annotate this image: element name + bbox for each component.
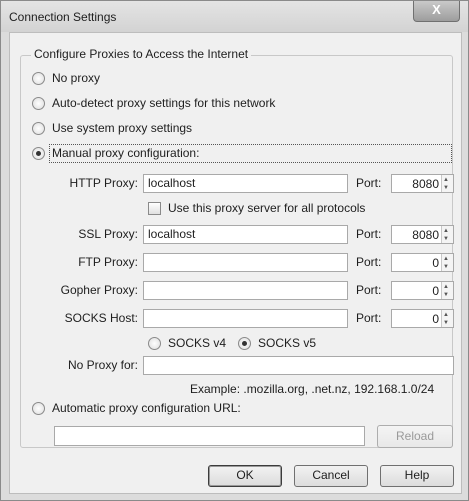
spinner-arrows[interactable]: ▲ ▼: [441, 310, 453, 327]
radio-button[interactable]: [148, 337, 161, 350]
gopher-port-spinner[interactable]: 0 ▲ ▼: [391, 281, 454, 300]
share-all-label: Use this proxy server for all protocols: [168, 201, 366, 215]
no-proxy-for-input[interactable]: [143, 356, 454, 375]
spinner-arrows[interactable]: ▲ ▼: [441, 226, 453, 243]
radio-label: SOCKS v4: [168, 336, 227, 350]
ssl-proxy-label: SSL Proxy:: [78, 227, 138, 241]
ssl-port-label: Port:: [356, 227, 382, 241]
window-title: Connection Settings: [9, 10, 117, 24]
arrow-up-icon[interactable]: ▲: [443, 256, 449, 262]
radio-label: Manual proxy configuration:: [52, 146, 200, 160]
socks-port-spinner[interactable]: 0 ▲ ▼: [391, 309, 454, 328]
dialog-body: Configure Proxies to Access the Internet…: [9, 32, 462, 494]
http-proxy-input[interactable]: localhost: [143, 174, 348, 193]
arrow-up-icon[interactable]: ▲: [443, 177, 449, 183]
spinner-arrows[interactable]: ▲ ▼: [441, 282, 453, 299]
ssl-port-spinner[interactable]: 8080 ▲ ▼: [391, 225, 454, 244]
spinner-value: 0: [432, 312, 439, 326]
spinner-arrows[interactable]: ▲ ▼: [441, 254, 453, 271]
share-all-checkbox[interactable]: [148, 202, 161, 215]
arrow-up-icon[interactable]: ▲: [443, 312, 449, 318]
radio-manual-proxy[interactable]: Manual proxy configuration:: [32, 144, 452, 163]
ssl-proxy-input[interactable]: localhost: [143, 225, 348, 244]
radio-socks-v5[interactable]: SOCKS v5: [238, 336, 318, 352]
ftp-port-spinner[interactable]: 0 ▲ ▼: [391, 253, 454, 272]
spinner-value: 0: [432, 256, 439, 270]
radio-auto-config-url[interactable]: Automatic proxy configuration URL:: [32, 401, 332, 417]
group-legend: Configure Proxies to Access the Internet: [31, 47, 252, 61]
ok-button[interactable]: OK: [208, 465, 282, 487]
share-all-protocols-checkbox-row[interactable]: Use this proxy server for all protocols: [148, 201, 408, 217]
radio-label: Automatic proxy configuration URL:: [52, 401, 241, 415]
spinner-value: 0: [432, 284, 439, 298]
cancel-button[interactable]: Cancel: [294, 465, 368, 487]
connection-settings-dialog: Connection Settings X Configure Proxies …: [0, 0, 469, 501]
http-proxy-label: HTTP Proxy:: [69, 176, 138, 190]
gopher-proxy-label: Gopher Proxy:: [60, 283, 138, 297]
arrow-down-icon[interactable]: ▼: [443, 185, 449, 191]
http-port-label: Port:: [356, 176, 382, 190]
radio-auto-detect[interactable]: Auto-detect proxy settings for this netw…: [32, 96, 332, 112]
socks-port-label: Port:: [356, 311, 382, 325]
radio-system-proxy[interactable]: Use system proxy settings: [32, 121, 332, 137]
no-proxy-for-label: No Proxy for:: [67, 358, 138, 372]
help-button[interactable]: Help: [380, 465, 454, 487]
reload-button[interactable]: Reload: [377, 425, 453, 448]
title-bar[interactable]: Connection Settings X: [1, 1, 468, 32]
arrow-down-icon[interactable]: ▼: [443, 320, 449, 326]
ftp-proxy-input[interactable]: [143, 253, 348, 272]
http-port-spinner[interactable]: 8080 ▲ ▼: [391, 174, 454, 193]
radio-button[interactable]: [32, 402, 45, 415]
radio-no-proxy[interactable]: No proxy: [32, 71, 232, 87]
radio-label: Use system proxy settings: [52, 121, 193, 135]
arrow-down-icon[interactable]: ▼: [443, 292, 449, 298]
radio-button[interactable]: [32, 97, 45, 110]
socks-host-label: SOCKS Host:: [64, 311, 138, 325]
ftp-proxy-label: FTP Proxy:: [78, 255, 138, 269]
close-button[interactable]: X: [413, 1, 460, 22]
radio-button[interactable]: [32, 122, 45, 135]
radio-label: No proxy: [52, 71, 101, 85]
radio-button-selected[interactable]: [238, 337, 251, 350]
spinner-value: 8080: [412, 228, 439, 242]
radio-label: SOCKS v5: [258, 336, 317, 350]
gopher-proxy-input[interactable]: [143, 281, 348, 300]
arrow-up-icon[interactable]: ▲: [443, 228, 449, 234]
spinner-arrows[interactable]: ▲ ▼: [441, 175, 453, 192]
arrow-down-icon[interactable]: ▼: [443, 264, 449, 270]
socks-host-input[interactable]: [143, 309, 348, 328]
no-proxy-example: Example: .mozilla.org, .net.nz, 192.168.…: [190, 382, 435, 396]
ftp-port-label: Port:: [356, 255, 382, 269]
radio-button-selected[interactable]: [32, 147, 45, 160]
arrow-down-icon[interactable]: ▼: [443, 236, 449, 242]
gopher-port-label: Port:: [356, 283, 382, 297]
radio-button[interactable]: [32, 72, 45, 85]
radio-label: Auto-detect proxy settings for this netw…: [52, 96, 276, 110]
auto-config-url-input[interactable]: [54, 426, 365, 446]
arrow-up-icon[interactable]: ▲: [443, 284, 449, 290]
radio-socks-v4[interactable]: SOCKS v4: [148, 336, 228, 352]
spinner-value: 8080: [412, 177, 439, 191]
